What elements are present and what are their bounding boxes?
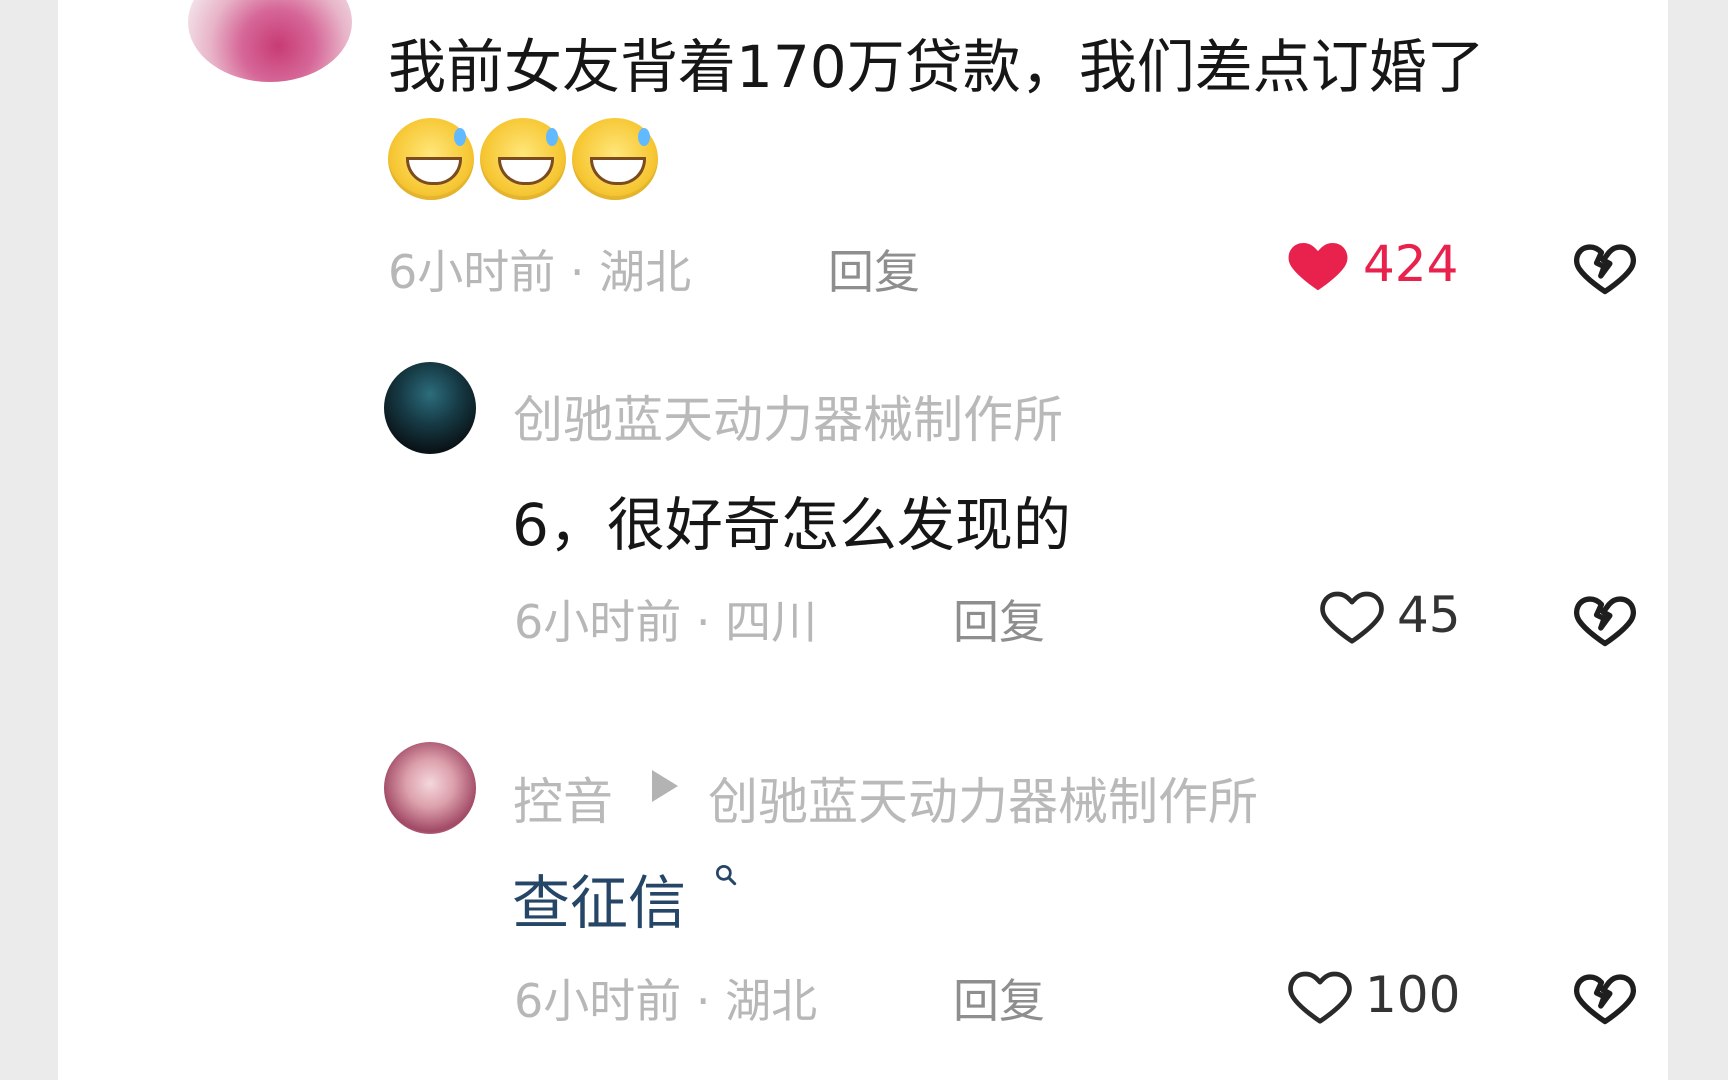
like-count: 424 xyxy=(1363,235,1459,293)
like-button[interactable]: 45 xyxy=(1317,580,1461,650)
comment-thread-screen: 我前女友背着170万贷款，我们差点订婚了 6小时前 · 湖北 回复 424 创驰… xyxy=(0,0,1728,1080)
avatar[interactable] xyxy=(384,362,476,454)
avatar[interactable] xyxy=(188,0,352,82)
broken-heart-icon[interactable] xyxy=(1569,960,1641,1032)
sweat-grin-emoji xyxy=(388,118,474,200)
like-count: 45 xyxy=(1397,586,1461,644)
broken-heart-icon[interactable] xyxy=(1569,230,1641,302)
reply-meta: 6小时前 · 湖北 xyxy=(514,974,818,1028)
reply-button[interactable]: 回复 xyxy=(953,586,1045,652)
comment-meta: 6小时前 · 湖北 xyxy=(388,245,692,299)
reply-author[interactable]: 控音 xyxy=(513,762,613,834)
comment-text: 我前女友背着170万贷款，我们差点订婚了 xyxy=(388,33,1485,101)
like-button[interactable]: 424 xyxy=(1283,229,1458,299)
like-count: 100 xyxy=(1365,966,1461,1024)
search-icon[interactable] xyxy=(713,862,739,888)
reply-button[interactable]: 回复 xyxy=(953,965,1045,1031)
triangle-right-icon xyxy=(652,770,678,802)
avatar[interactable] xyxy=(384,742,476,834)
comment-panel: 我前女友背着170万贷款，我们差点订婚了 6小时前 · 湖北 回复 424 创驰… xyxy=(58,0,1668,1080)
sweat-grin-emoji xyxy=(572,118,658,200)
reply-text: 6，很好奇怎么发现的 xyxy=(512,491,1071,559)
emoji-row xyxy=(388,118,658,200)
broken-heart-icon[interactable] xyxy=(1569,582,1641,654)
reply-meta: 6小时前 · 四川 xyxy=(514,595,818,649)
heart-outline-icon xyxy=(1320,591,1384,644)
heart-filled-icon xyxy=(1288,243,1348,291)
sweat-grin-emoji xyxy=(480,118,566,200)
like-button[interactable]: 100 xyxy=(1285,960,1460,1030)
heart-outline-icon xyxy=(1288,971,1352,1024)
reply-author[interactable]: 创驰蓝天动力器械制作所 xyxy=(513,380,1063,452)
reply-target[interactable]: 创驰蓝天动力器械制作所 xyxy=(708,762,1258,834)
reply-text[interactable]: 查征信 xyxy=(512,856,686,940)
reply-button[interactable]: 回复 xyxy=(828,236,920,302)
